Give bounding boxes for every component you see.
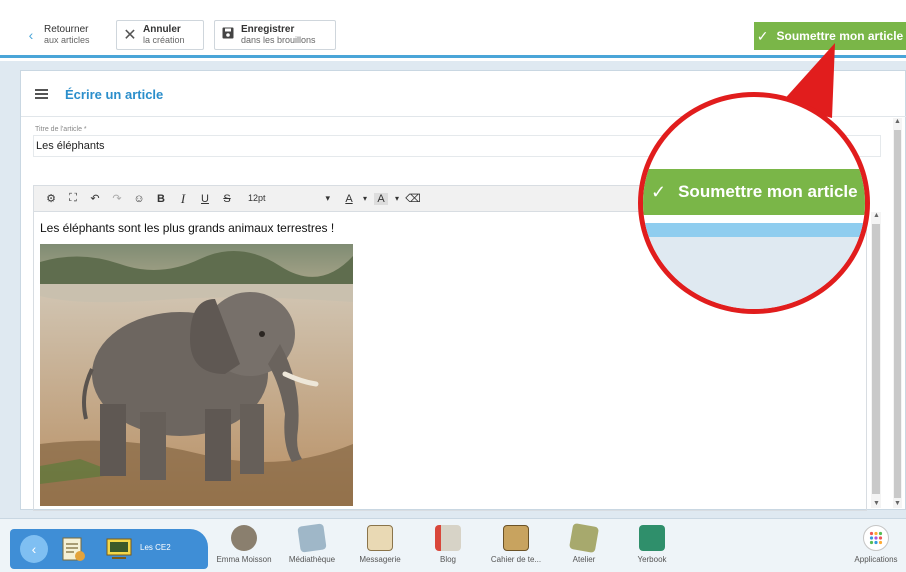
dock-item-label: Cahier de te... [490,555,542,564]
save-draft-button[interactable]: Enregistrer dans les brouillons [214,20,336,50]
italic-button[interactable]: I [172,191,194,207]
back-to-articles-button[interactable]: ‹ Retourner aux articles [18,20,106,50]
close-icon: ✕ [123,27,137,44]
editor-paragraph[interactable]: Les éléphants sont les plus grands anima… [40,221,334,235]
dock-item-label: Yerbook [637,555,667,564]
dock-item-label: Blog [439,555,456,564]
scroll-up-icon[interactable]: ▲ [873,212,880,219]
editor-scrollbar[interactable]: ▲ ▼ [871,212,881,508]
eraser-icon[interactable]: ⌫ [402,192,424,205]
submit-article-button[interactable]: ✓ Soumettre mon article [754,22,906,50]
photos-icon [297,523,327,553]
bold-button[interactable]: B [150,193,172,205]
app-dock: ‹ Les CE2 Emma Moisson Médiathèque Messa… [0,518,906,572]
chevron-left-icon: ‹ [28,27,34,43]
cancel-creation-button[interactable]: ✕ Annuler la création [116,20,204,50]
blackboard-icon [106,538,132,559]
dock-item-label: Atelier [572,555,596,564]
save-label-line2: dans les brouillons [241,35,316,45]
scroll-up-icon[interactable]: ▲ [894,118,901,125]
top-bar: ‹ Retourner aux articles ✕ Annuler la cr… [0,0,906,58]
font-size-value: 12pt [248,193,266,203]
checkmark-icon: ✓ [756,27,769,44]
envelope-icon [367,525,393,551]
dock-class-switcher[interactable]: ‹ Les CE2 [10,529,208,569]
cancel-label-line2: la création [143,35,185,45]
scroll-down-icon[interactable]: ▼ [894,500,901,507]
title-field-label: Titre de l'article * [35,126,87,133]
zoomed-submit-button: ✓ Soumettre mon article [643,169,865,215]
redo-icon[interactable]: ↷ [106,192,128,205]
dock-item-media-library[interactable]: Médiathèque [280,523,344,564]
chevron-left-icon[interactable]: ‹ [20,535,48,563]
scrollbar-thumb[interactable] [872,224,880,494]
chevron-down-icon: ▾ [325,193,330,203]
zoomed-background [643,237,865,309]
back-label-line1: Retourner [44,24,89,35]
highlight-color-button[interactable]: A [374,192,388,205]
dock-item-yearbook[interactable]: Yerbook [620,525,684,564]
scrollbar-thumb[interactable] [894,130,901,498]
chevron-down-icon[interactable]: ▾ [392,194,402,203]
zoomed-blue-strip [643,223,865,237]
notebook-icon [503,525,529,551]
apps-grid-icon [863,525,889,551]
dock-item-applications[interactable]: Applications [844,525,906,564]
yearbook-icon [639,525,665,551]
class-name: Les CE2 [140,543,171,552]
menu-icon[interactable] [35,89,48,99]
page-title: Écrire un article [65,87,164,102]
undo-icon[interactable]: ↶ [84,192,106,205]
floppy-disk-icon [215,26,241,44]
elephant-avatar-icon [231,525,257,551]
text-color-button[interactable]: A [338,193,360,205]
save-label-line1: Enregistrer [241,24,295,35]
elephant-photo[interactable] [40,244,353,506]
scroll-down-icon[interactable]: ▼ [873,500,880,507]
workshop-icon [568,522,600,554]
zoom-callout: ✓ Soumettre mon article [638,92,870,314]
fullscreen-icon[interactable]: ⛶ [62,192,84,205]
dock-item-textbook[interactable]: Cahier de te... [484,525,548,564]
dock-item-blog[interactable]: Blog [416,525,480,564]
zoomed-submit-label: Soumettre mon article [678,182,858,201]
strikethrough-button[interactable]: S [216,193,238,205]
chevron-down-icon[interactable]: ▾ [360,194,370,203]
submit-label: Soumettre mon article [776,29,904,43]
checkmark-icon: ✓ [651,181,667,202]
dock-item-label: Messagerie [359,555,401,564]
dock-item-label: Médiathèque [288,555,336,564]
page-scrollbar[interactable]: ▲ ▼ [893,118,902,508]
dock-item-label: Emma Moisson [216,555,272,564]
underline-button[interactable]: U [194,193,216,205]
dock-item-label: Applications [854,555,898,564]
cancel-label-line1: Annuler [143,24,181,35]
classroom-icon [62,537,85,561]
font-size-select[interactable]: 12pt ▾ [238,193,338,204]
dock-item-messaging[interactable]: Messagerie [348,525,412,564]
emoji-icon[interactable]: ☺ [128,193,150,205]
dock-item-profile[interactable]: Emma Moisson [212,525,276,564]
blog-pen-icon [435,525,461,551]
back-label-line2: aux articles [44,35,90,45]
dock-item-workshop[interactable]: Atelier [552,522,616,564]
settings-gear-icon[interactable]: ⚙ [40,192,62,205]
